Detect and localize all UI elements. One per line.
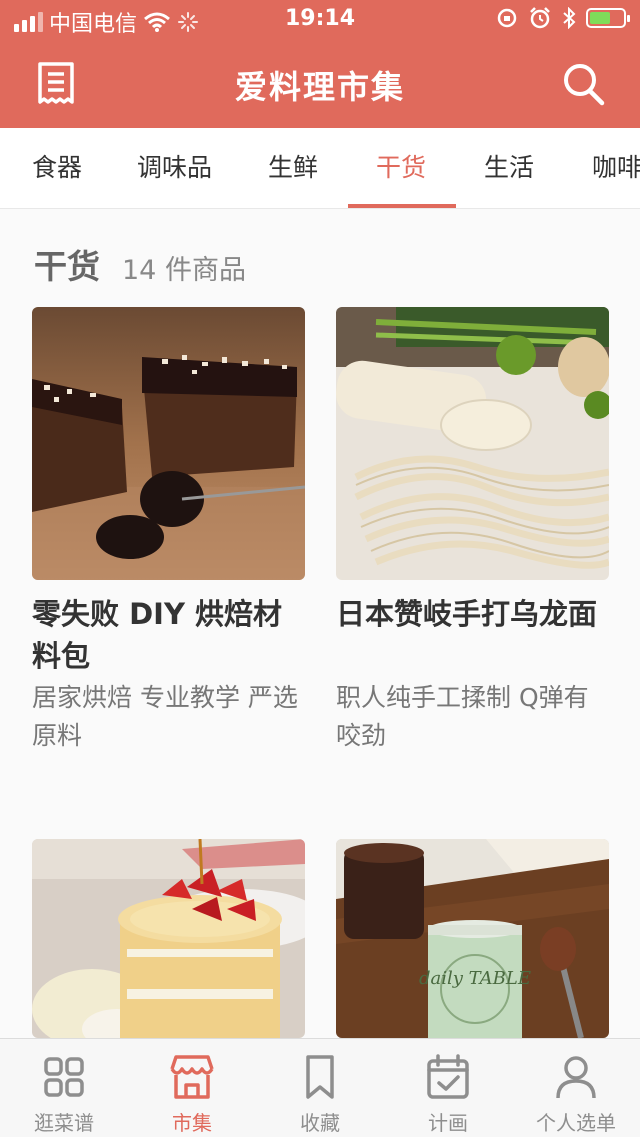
section-title: 干货 bbox=[34, 247, 100, 286]
tab-coffee[interactable]: 咖啡 bbox=[592, 128, 640, 208]
rotation-lock-icon bbox=[497, 8, 517, 28]
product-count: 14 件商品 bbox=[122, 255, 246, 286]
active-tab-indicator bbox=[348, 204, 456, 208]
product-title: 零失败 DIY 烘焙材料包 bbox=[32, 597, 283, 673]
bluetooth-icon bbox=[563, 7, 576, 29]
shop-icon bbox=[170, 1055, 214, 1099]
product-subtitle: 居家烘焙 专业教学 严选原料 bbox=[32, 683, 298, 750]
status-bar: 中国电信 19:14 bbox=[0, 0, 640, 40]
cocoa-brand-label: daily TABLE bbox=[419, 968, 531, 989]
tabbar-label: 个人选单 bbox=[536, 1111, 616, 1135]
battery-icon bbox=[586, 8, 630, 28]
alarm-icon bbox=[530, 7, 550, 29]
tabbar-label: 收藏 bbox=[300, 1111, 340, 1135]
tabbar-item-market[interactable]: 市集 bbox=[128, 1039, 256, 1137]
product-image-pancakes bbox=[32, 839, 305, 1038]
category-tabs: 食器 调味品 生鲜 干货 生活 咖啡 bbox=[0, 128, 640, 209]
tab-tableware[interactable]: 食器 bbox=[32, 128, 82, 208]
bookmark-icon bbox=[306, 1055, 334, 1099]
tabbar-item-profile[interactable]: 个人选单 bbox=[512, 1039, 640, 1137]
product-title: 日本赞岐手打乌龙面 bbox=[336, 597, 598, 631]
product-subtitle: 职人纯手工揉制 Q弹有咬劲 bbox=[336, 683, 589, 750]
tabbar-label: 逛菜谱 bbox=[34, 1111, 94, 1135]
product-image-udon bbox=[336, 307, 609, 580]
search-icon[interactable] bbox=[558, 60, 610, 108]
tab-living[interactable]: 生活 bbox=[484, 128, 534, 208]
tabbar-item-plan[interactable]: 计画 bbox=[384, 1039, 512, 1137]
tab-fresh[interactable]: 生鲜 bbox=[268, 128, 318, 208]
tabbar-item-favorites[interactable]: 收藏 bbox=[256, 1039, 384, 1137]
bottom-tab-bar: 逛菜谱 市集 收藏 计画 个人选单 bbox=[0, 1038, 640, 1137]
product-image-cocoa: daily TABLE bbox=[336, 839, 609, 1038]
grid-icon bbox=[44, 1057, 84, 1097]
tabbar-label: 市集 bbox=[172, 1111, 212, 1135]
tabbar-item-recipes[interactable]: 逛菜谱 bbox=[0, 1039, 128, 1137]
page-title: 爱料理市集 bbox=[234, 68, 405, 106]
tab-seasoning[interactable]: 调味品 bbox=[137, 128, 212, 208]
product-image-cake bbox=[32, 307, 305, 580]
tab-dry-goods[interactable]: 干货 bbox=[376, 128, 426, 208]
person-icon bbox=[556, 1056, 596, 1099]
calendar-check-icon bbox=[427, 1054, 469, 1099]
app-header: 中国电信 19:14 爱料理市集 bbox=[0, 0, 640, 128]
tabbar-label: 计画 bbox=[428, 1111, 468, 1135]
